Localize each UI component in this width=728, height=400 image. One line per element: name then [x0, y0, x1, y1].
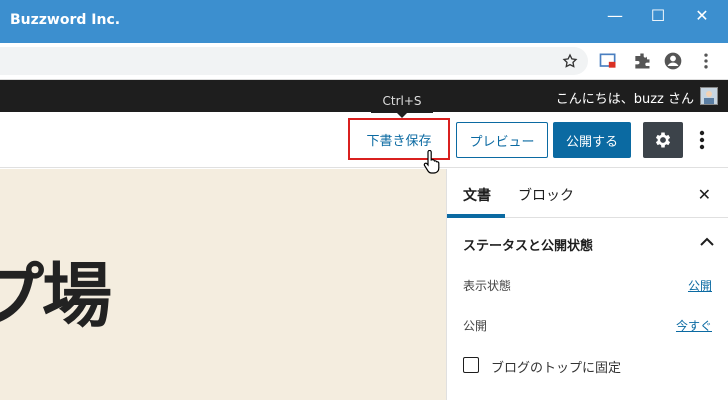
- admin-greeting[interactable]: こんにちは、buzz さん: [556, 88, 694, 107]
- more-options-button[interactable]: [692, 124, 712, 156]
- save-draft-label: 下書き保存: [366, 133, 432, 149]
- close-window-button[interactable]: ✕: [688, 6, 716, 28]
- publish-label: 公開: [463, 319, 488, 333]
- post-title-heading[interactable]: プ場: [0, 240, 112, 341]
- window-titlebar: Buzzword Inc. — ☐ ✕: [0, 0, 728, 43]
- close-sidebar-button[interactable]: ✕: [698, 185, 711, 204]
- settings-button[interactable]: [643, 122, 683, 158]
- stick-to-top-checkbox[interactable]: [463, 357, 479, 373]
- editor-canvas[interactable]: プ場: [0, 169, 446, 400]
- shortcut-tooltip: Ctrl+S: [371, 89, 433, 118]
- publish-immediately-link[interactable]: 今すぐ: [676, 317, 712, 334]
- minimize-button[interactable]: —: [601, 6, 629, 28]
- browser-menu-icon[interactable]: [696, 51, 716, 71]
- publish-label: 公開する: [565, 134, 618, 150]
- browser-toolbar: [0, 43, 728, 80]
- tab-document[interactable]: 文書: [463, 185, 491, 205]
- tab-block[interactable]: ブロック: [518, 185, 574, 205]
- address-bar[interactable]: [0, 47, 588, 75]
- profile-avatar-icon[interactable]: [663, 51, 683, 71]
- user-avatar[interactable]: [700, 87, 718, 105]
- extensions-puzzle-icon[interactable]: [632, 51, 652, 71]
- chevron-up-icon[interactable]: [700, 237, 714, 247]
- publish-button[interactable]: 公開する: [553, 122, 631, 158]
- gear-icon: [655, 132, 671, 148]
- status-visibility-section-title[interactable]: ステータスと公開状態: [463, 235, 593, 254]
- user-avatar-icon: [704, 91, 714, 104]
- bookmark-star-icon[interactable]: [562, 53, 578, 69]
- wp-admin-bar: こんにちは、buzz さん: [0, 80, 728, 112]
- maximize-button[interactable]: ☐: [644, 6, 672, 28]
- vertical-ellipsis-icon: [699, 130, 705, 150]
- active-tab-indicator: [447, 214, 505, 218]
- visibility-value-link[interactable]: 公開: [688, 277, 712, 294]
- visibility-label: 表示状態: [463, 279, 512, 293]
- stick-to-top-label[interactable]: ブログのトップに固定: [491, 357, 621, 376]
- hand-pointer-icon: [423, 150, 440, 174]
- settings-sidebar: 文書 ブロック ✕ ステータスと公開状態 表示状態 公開 公開 今すぐ ブログの…: [446, 169, 728, 400]
- sidebar-tabs: 文書 ブロック ✕: [447, 169, 728, 218]
- extension-screenshot-icon[interactable]: [598, 51, 618, 71]
- preview-label: プレビュー: [469, 134, 535, 150]
- window-title: Buzzword Inc.: [10, 12, 121, 28]
- preview-button[interactable]: プレビュー: [456, 122, 548, 158]
- editor-header: 下書き保存 プレビュー 公開する: [0, 112, 728, 168]
